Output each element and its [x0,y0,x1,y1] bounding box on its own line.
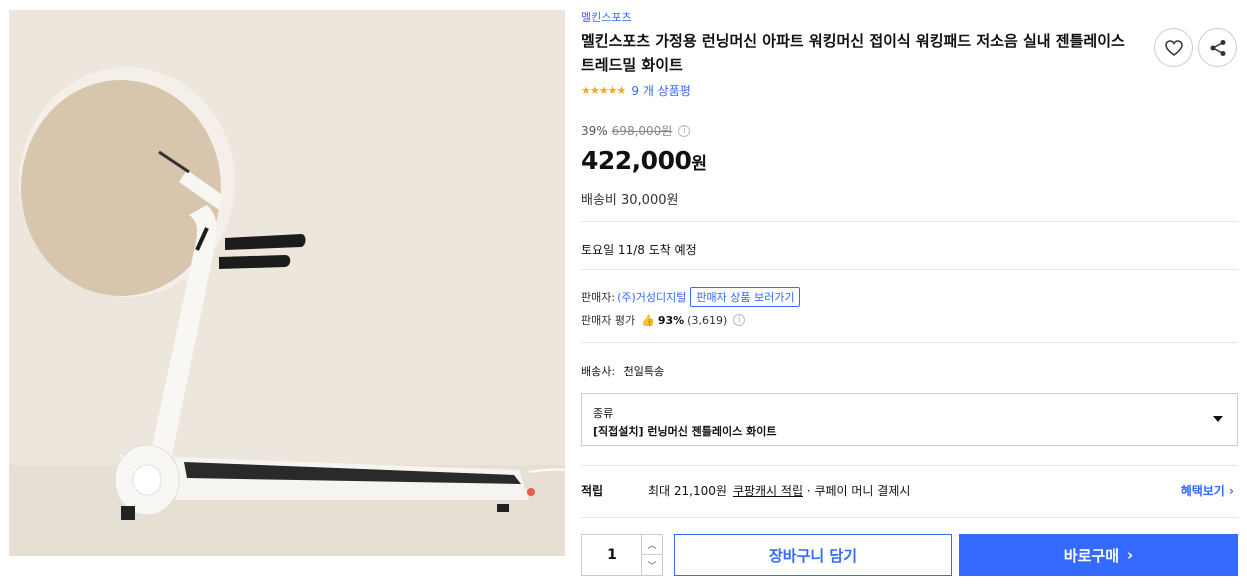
seller-rating-count: (3,619) [687,313,728,327]
arrival-date: 토요일 11/8 도착 예정 [581,243,697,257]
chevron-up-icon: ︿ [647,541,657,551]
divider [581,342,1238,343]
original-price: 698,000원 [611,124,673,138]
benefits-link[interactable]: 혜택보기 › [1181,482,1234,499]
product-image[interactable] [9,10,565,556]
seller-rating-label: 판매자 평가 [581,314,636,327]
share-button[interactable] [1198,28,1237,67]
seller-rating-row: 판매자 평가 👍 93% (3,619) i [581,312,746,328]
wishlist-button[interactable] [1154,28,1193,67]
divider [581,221,1238,222]
seller-row: 판매자: (주)거성디지털 판매자 상품 보러가기 [581,287,801,307]
seller-products-button[interactable]: 판매자 상품 보러가기 [690,287,801,307]
info-icon[interactable]: i [733,314,746,326]
star-icon: ★ [616,84,627,97]
review-count-link[interactable]: 9 개 상품평 [631,82,690,99]
option-label: 종류 [593,407,614,420]
star-icon: ★ [581,84,591,97]
points-extra: · 쿠페이 머니 결제시 [806,484,911,498]
rating-row[interactable]: ★★★★★ 9 개 상품평 [581,82,691,99]
divider [581,465,1238,466]
coupang-cash-link[interactable]: 쿠팡캐시 적립 [733,484,803,498]
price-unit: 원 [691,154,707,174]
treadmill-illustration [9,10,565,556]
chevron-down-icon: ﹀ [647,561,657,572]
sale-price-value: 422,000 [581,146,692,175]
discount-line: 39% 698,000원 i [581,122,691,139]
discount-rate: 39% [581,123,608,138]
points-label: 적립 [581,484,604,498]
quantity-stepper[interactable]: 1 ︿ ﹀ [581,534,663,576]
courier-label: 배송사: [581,365,616,378]
courier-name: 천일특송 [623,365,665,378]
share-icon [1210,39,1225,56]
buy-now-label: 바로구매 [1063,546,1119,565]
seller-rating-pct: 93% [657,313,685,327]
option-select[interactable]: 종류 [직접설치] 런닝머신 젠틀레이스 화이트 [581,393,1238,446]
add-to-cart-button[interactable]: 장바구니 담기 [674,534,952,576]
benefits-link-label: 혜택보기 [1180,484,1225,498]
star-rating: ★★★★★ [581,84,627,97]
sale-price: 422,000원 [581,146,707,175]
points-description: 최대 21,100원 쿠팡캐시 적립 · 쿠페이 머니 결제시 [648,482,910,499]
brand-link[interactable]: 멜킨스포츠 [581,9,632,25]
info-icon[interactable]: i [678,124,691,137]
quantity-input[interactable]: 1 [582,535,642,575]
quantity-decrease-button[interactable]: ﹀ [641,555,662,575]
star-icon: ★ [589,84,600,97]
seller-label: 판매자: [581,291,616,304]
product-title: 멜킨스포츠 가정용 런닝머신 아파트 워킹머신 접이식 워킹패드 저소음 실내 … [581,32,1125,74]
product-info: 멜킨스포츠 멜킨스포츠 가정용 런닝머신 아파트 워킹머신 접이식 워킹패드 저… [581,0,1238,585]
star-icon: ★ [607,84,618,97]
chevron-right-icon: › [1229,484,1234,498]
option-value: [직접설치] 런닝머신 젠틀레이스 화이트 [593,425,777,438]
caret-down-icon [1213,416,1223,422]
seller-name-link[interactable]: (주)거성디지털 [617,289,686,305]
buy-now-button[interactable]: 바로구매 › [959,534,1238,576]
heart-icon [1164,39,1183,56]
chevron-right-icon: › [1127,546,1134,564]
thumbs-up-icon: 👍 [641,313,655,327]
divider [581,269,1238,270]
points-max: 최대 21,100원 [648,484,727,498]
quantity-increase-button[interactable]: ︿ [641,535,662,555]
divider [581,517,1238,518]
shipping-fee: 배송비 30,000원 [581,193,679,208]
courier-row: 배송사: 천일특송 [581,363,664,379]
star-icon: ★ [598,84,609,97]
